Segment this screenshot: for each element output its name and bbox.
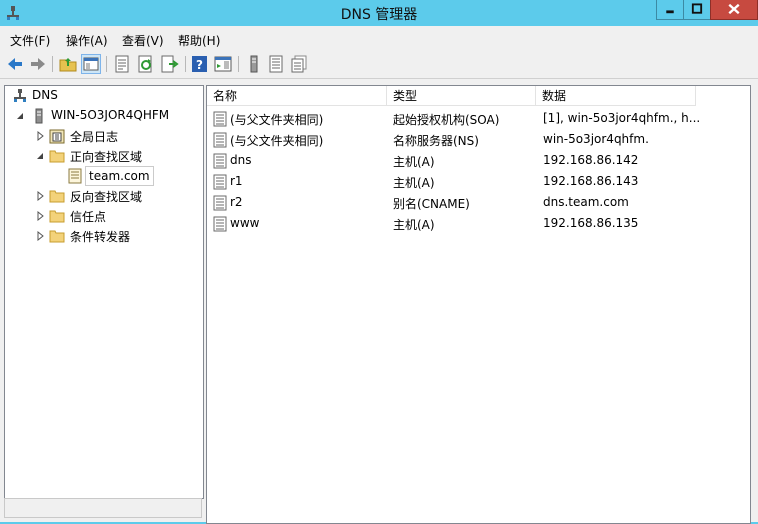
- toolbar-separator: [106, 56, 107, 72]
- expanded-arrow-icon[interactable]: [35, 151, 45, 161]
- close-icon: [728, 3, 740, 15]
- record-row[interactable]: r2 别名(CNAME) dns.team.com: [207, 192, 750, 213]
- record-icon: [213, 174, 227, 190]
- record-data: win-5o3jor4qhfm.: [543, 132, 649, 146]
- collapsed-arrow-icon[interactable]: [35, 131, 45, 141]
- back-icon[interactable]: [5, 54, 25, 74]
- log-icon: [49, 129, 65, 144]
- record-name: (与父文件夹相同): [230, 134, 324, 148]
- record-icon: [213, 132, 227, 148]
- folder-icon: [49, 190, 65, 203]
- toolbar-separator: [52, 56, 53, 72]
- menu-help[interactable]: 帮助(H): [178, 32, 220, 49]
- maximize-icon: [691, 3, 703, 14]
- record-row[interactable]: (与父文件夹相同) 起始授权机构(SOA) [1], win-5o3jor4qh…: [207, 108, 750, 129]
- record-icon: [213, 111, 227, 127]
- record-icon: [213, 195, 227, 211]
- properties-icon[interactable]: [112, 54, 132, 74]
- tree-label: 正向查找区域: [70, 150, 143, 164]
- record-name: www: [230, 216, 260, 230]
- tree-label: WIN-5O3JOR4QHFM: [51, 108, 170, 122]
- record-name: dns: [230, 153, 252, 167]
- toolbar-separator: [185, 56, 186, 72]
- tree-label: team.com: [85, 166, 154, 186]
- toolbar-separator: [238, 56, 239, 72]
- record-type: 主机(A): [393, 155, 435, 169]
- show-hide-tree-icon: [83, 57, 99, 71]
- record-row[interactable]: dns 主机(A) 192.168.86.142: [207, 150, 750, 171]
- help-icon[interactable]: ?: [190, 54, 210, 74]
- refresh-icon[interactable]: [136, 54, 156, 74]
- dns-icon: [14, 89, 26, 102]
- record-data: dns.team.com: [543, 195, 629, 209]
- window-title: DNS 管理器: [340, 7, 418, 23]
- show-hide-tree-button[interactable]: [81, 54, 101, 74]
- menu-action[interactable]: 操作(A): [66, 32, 108, 49]
- title-bar[interactable]: DNS 管理器: [0, 0, 758, 26]
- record-name: (与父文件夹相同): [230, 113, 324, 127]
- record-icon: [213, 153, 227, 169]
- record-row[interactable]: r1 主机(A) 192.168.86.143: [207, 171, 750, 192]
- tree-label: DNS: [32, 88, 58, 102]
- record-row[interactable]: www 主机(A) 192.168.86.135: [207, 213, 750, 234]
- record-type: 主机(A): [393, 176, 435, 190]
- zone-file-icon: [68, 168, 82, 184]
- forward-icon[interactable]: [28, 54, 48, 74]
- minimize-icon: [666, 10, 674, 14]
- record-type: 名称服务器(NS): [393, 134, 479, 148]
- record-row[interactable]: (与父文件夹相同) 名称服务器(NS) win-5o3jor4qhfm.: [207, 129, 750, 150]
- menu-view[interactable]: 查看(V): [122, 32, 164, 49]
- column-header-type[interactable]: 类型: [387, 86, 536, 106]
- records-icon[interactable]: [289, 54, 309, 74]
- tree-status-pane: [4, 498, 202, 518]
- export-icon[interactable]: [160, 54, 180, 74]
- record-data: 192.168.86.143: [543, 174, 639, 188]
- column-header-data[interactable]: 数据: [536, 86, 696, 106]
- expanded-arrow-icon[interactable]: [15, 111, 25, 121]
- record-data: [1], win-5o3jor4qhfm., h...: [543, 111, 701, 125]
- server-icon: [35, 108, 43, 124]
- record-icon: [213, 216, 227, 232]
- tree-label: 全局日志: [70, 130, 119, 144]
- close-button[interactable]: [710, 0, 758, 20]
- server-icon[interactable]: [244, 54, 264, 74]
- toolbar: ?: [0, 50, 758, 79]
- folder-icon: [49, 150, 65, 163]
- collapsed-arrow-icon[interactable]: [35, 211, 45, 221]
- record-name: r1: [230, 174, 243, 188]
- folder-icon: [49, 230, 65, 243]
- record-type: 主机(A): [393, 218, 435, 232]
- record-data: 192.168.86.142: [543, 153, 639, 167]
- record-type: 别名(CNAME): [393, 197, 470, 211]
- tree-label: 条件转发器: [70, 230, 131, 244]
- collapsed-arrow-icon[interactable]: [35, 231, 45, 241]
- tree-label: 反向查找区域: [70, 190, 143, 204]
- record-name: r2: [230, 195, 243, 209]
- zone-icon[interactable]: [266, 54, 286, 74]
- maximize-button[interactable]: [683, 0, 711, 20]
- console-tree[interactable]: DNS WIN-5O3JOR4QHFM 全局日志 正向查找区域 team.com…: [4, 85, 204, 499]
- record-data: 192.168.86.135: [543, 216, 639, 230]
- column-header-name[interactable]: 名称: [207, 86, 387, 106]
- svg-text:?: ?: [196, 58, 203, 72]
- folder-icon: [49, 210, 65, 223]
- collapsed-arrow-icon[interactable]: [35, 191, 45, 201]
- tree-label: 信任点: [70, 210, 107, 224]
- menu-file[interactable]: 文件(F): [10, 32, 50, 49]
- minimize-button[interactable]: [656, 0, 684, 20]
- main-frame: 文件(F) 操作(A) 查看(V) 帮助(H) ? DNS WIN-5O3JOR…: [0, 26, 758, 524]
- up-folder-icon[interactable]: [58, 54, 78, 74]
- action-pane-icon[interactable]: [213, 54, 233, 74]
- results-list[interactable]: 名称 类型 数据 (与父文件夹相同) 起始授权机构(SOA) [1], win-…: [206, 85, 751, 524]
- record-type: 起始授权机构(SOA): [393, 113, 500, 127]
